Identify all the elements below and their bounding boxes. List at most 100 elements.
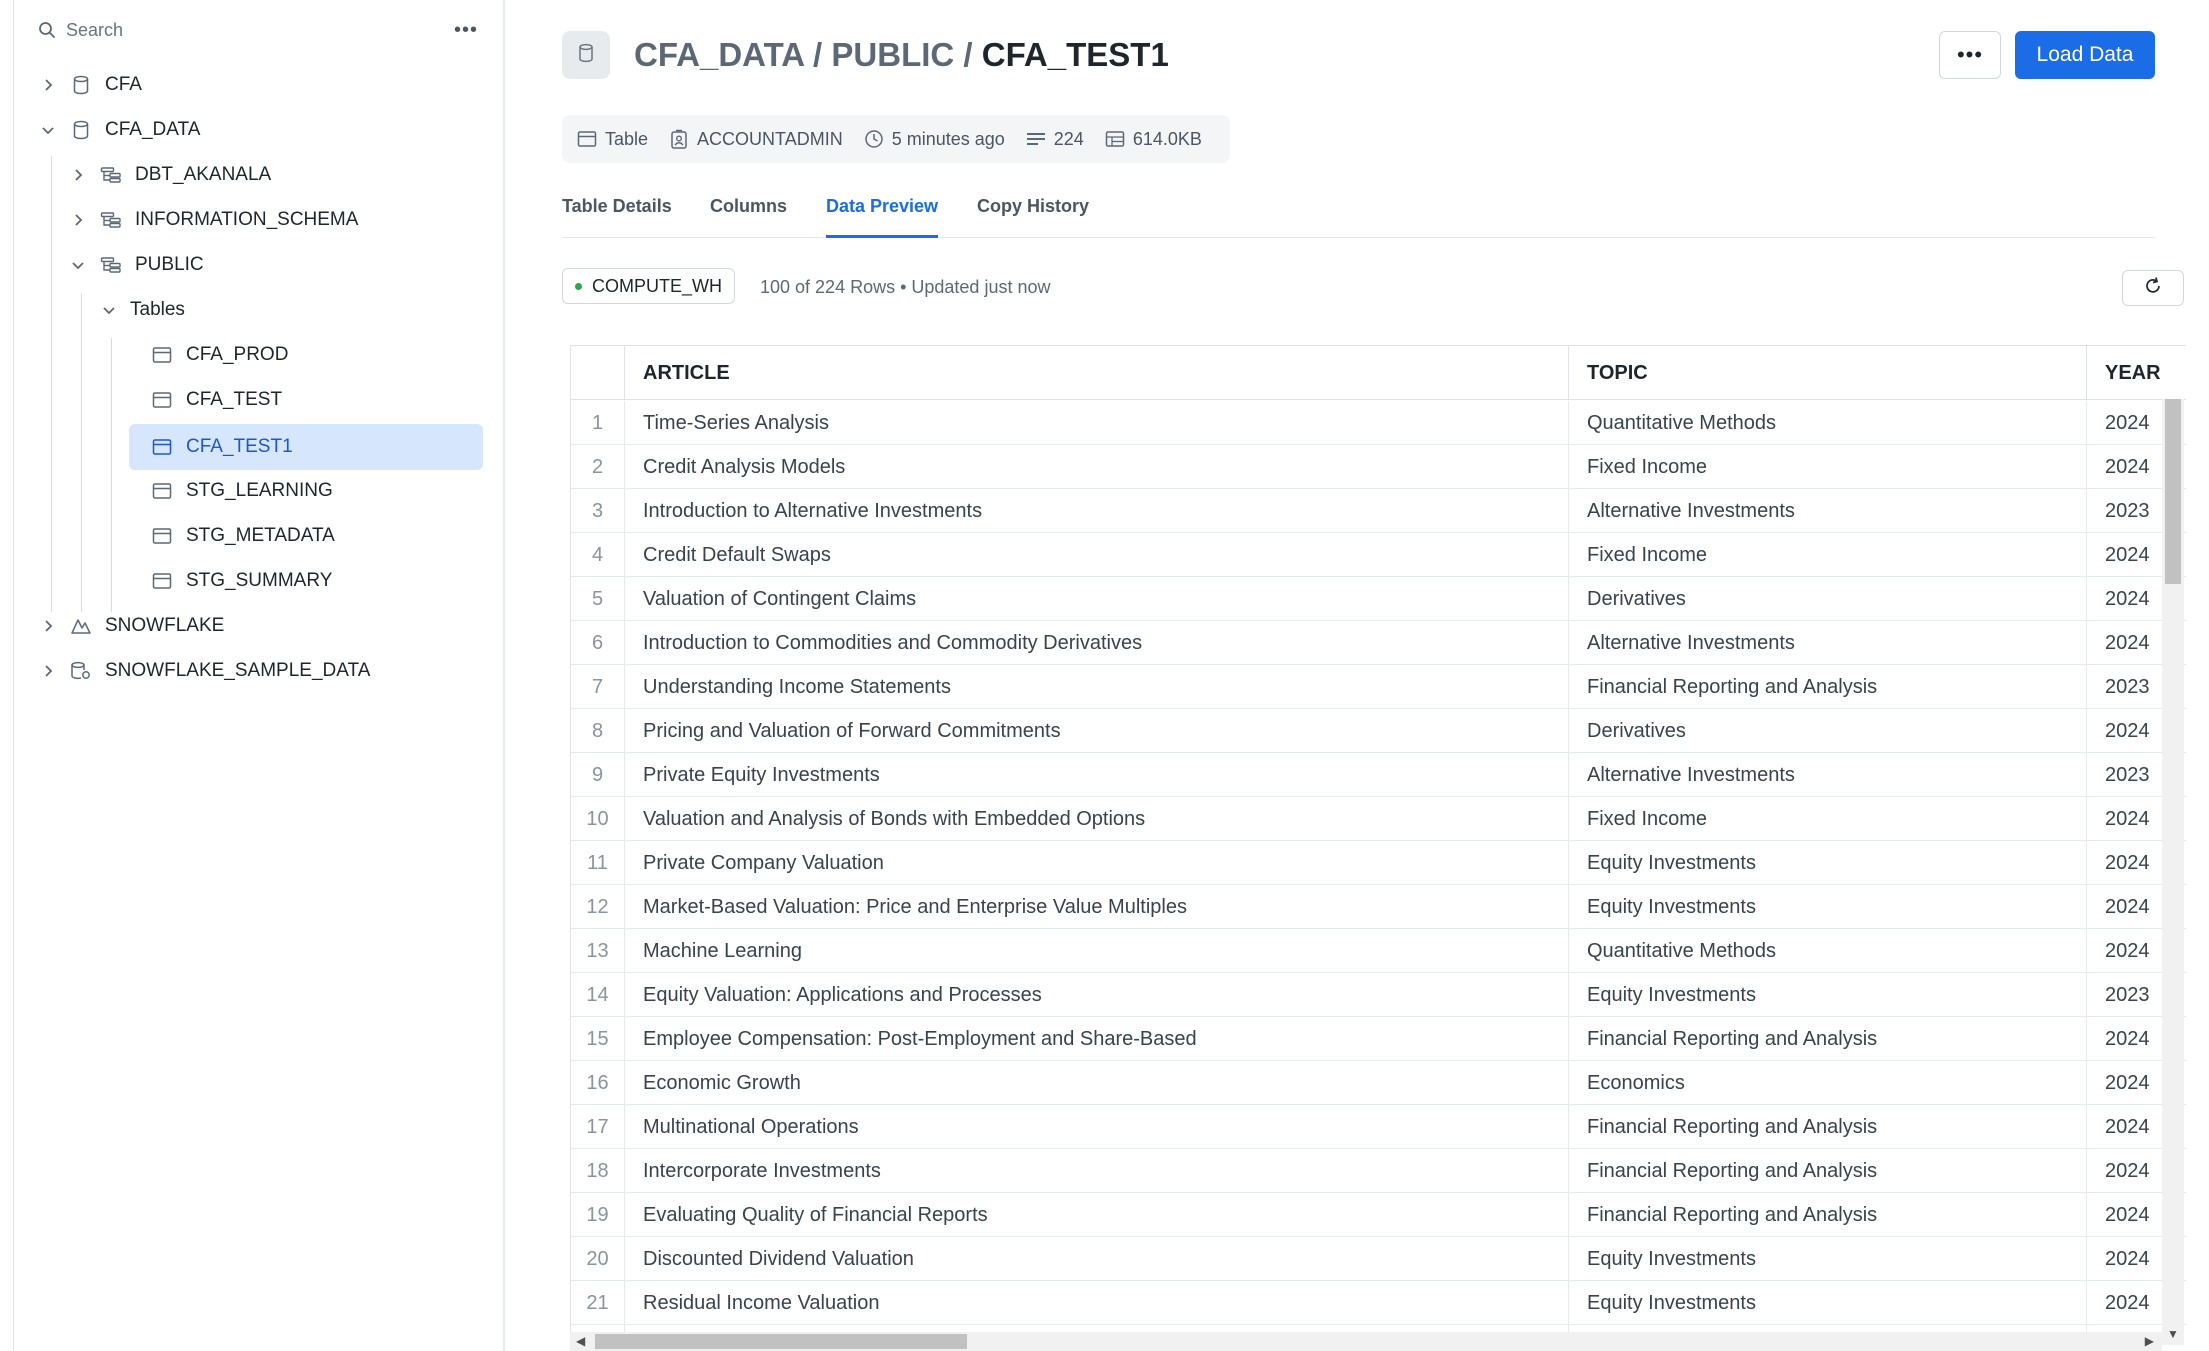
cell-article[interactable]: Private Equity Investments bbox=[625, 753, 1569, 797]
table-row[interactable]: 6 Introduction to Commodities and Commodi… bbox=[571, 621, 2186, 665]
scroll-down-arrow-icon[interactable]: ▼ bbox=[2167, 1327, 2179, 1341]
table-row[interactable]: 21 Residual Income Valuation Equity Invest… bbox=[571, 1281, 2186, 1325]
tree-item-cfa[interactable]: CFA bbox=[37, 63, 142, 107]
table-row[interactable]: 10 Valuation and Analysis of Bonds with E… bbox=[571, 797, 2186, 841]
chevron-right-icon[interactable] bbox=[37, 615, 59, 637]
cell-topic[interactable]: Alternative Investments bbox=[1569, 489, 2087, 533]
row-number-cell[interactable]: 11 bbox=[571, 841, 625, 885]
column-header-topic[interactable]: TOPIC bbox=[1569, 346, 2087, 400]
object-search[interactable]: Search ••• bbox=[36, 14, 481, 46]
tree-item-cfa-test1[interactable]: CFA_TEST1 bbox=[129, 424, 483, 470]
row-number-cell[interactable]: 17 bbox=[571, 1105, 625, 1149]
table-row[interactable]: 14 Equity Valuation: Applications and Pro… bbox=[571, 973, 2186, 1017]
cell-article[interactable]: Discounted Dividend Valuation bbox=[625, 1237, 1569, 1281]
cell-topic[interactable]: Fixed Income bbox=[1569, 797, 2087, 841]
table-row[interactable]: 5 Valuation of Contingent Claims Derivativ… bbox=[571, 577, 2186, 621]
chevron-right-icon[interactable] bbox=[37, 74, 59, 96]
table-row[interactable]: 2 Credit Analysis Models Fixed Income 2024 bbox=[571, 445, 2186, 489]
table-row[interactable]: 3 Introduction to Alternative Investments… bbox=[571, 489, 2186, 533]
cell-article[interactable]: Equity Valuation: Applications and Proce… bbox=[625, 973, 1569, 1017]
chevron-right-icon[interactable] bbox=[37, 660, 59, 682]
cell-topic[interactable]: Fixed Income bbox=[1569, 445, 2087, 489]
cell-topic[interactable]: Financial Reporting and Analysis bbox=[1569, 1017, 2087, 1061]
tab-columns[interactable]: Columns bbox=[710, 196, 787, 238]
cell-topic[interactable]: Financial Reporting and Analysis bbox=[1569, 665, 2087, 709]
tree-item-snowflake-sample-data[interactable]: SNOWFLAKE_SAMPLE_DATA bbox=[37, 649, 370, 693]
cell-article[interactable]: Market-Based Valuation: Price and Enterp… bbox=[625, 885, 1569, 929]
horizontal-scrollbar[interactable]: ◀ ▶ bbox=[570, 1332, 2162, 1351]
tree-item-cfa-test[interactable]: CFA_TEST bbox=[150, 378, 475, 422]
scroll-right-arrow-icon[interactable]: ▶ bbox=[2145, 1334, 2154, 1348]
cell-topic[interactable]: Economics bbox=[1569, 1061, 2087, 1105]
row-number-cell[interactable]: 12 bbox=[571, 885, 625, 929]
row-number-cell[interactable]: 8 bbox=[571, 709, 625, 753]
cell-article[interactable]: Machine Learning bbox=[625, 929, 1569, 973]
cell-topic[interactable]: Fixed Income bbox=[1569, 533, 2087, 577]
row-number-cell[interactable]: 14 bbox=[571, 973, 625, 1017]
table-row[interactable]: 15 Employee Compensation: Post-Employment… bbox=[571, 1017, 2186, 1061]
scroll-left-arrow-icon[interactable]: ◀ bbox=[576, 1334, 585, 1348]
table-row[interactable]: 1 Time-Series Analysis Quantitative Method… bbox=[571, 401, 2186, 445]
table-row[interactable]: 17 Multinational Operations Financial Repo… bbox=[571, 1105, 2186, 1149]
sidebar-more-button[interactable]: ••• bbox=[451, 16, 481, 44]
chevron-down-icon[interactable] bbox=[37, 119, 59, 141]
cell-topic[interactable]: Quantitative Methods bbox=[1569, 401, 2087, 445]
cell-article[interactable]: Understanding Income Statements bbox=[625, 665, 1569, 709]
cell-topic[interactable]: Equity Investments bbox=[1569, 1281, 2087, 1325]
tree-item-dbt-akanala[interactable]: DBT_AKANALA bbox=[67, 153, 271, 197]
cell-article[interactable]: Introduction to Commodities and Commodit… bbox=[625, 621, 1569, 665]
row-number-cell[interactable]: 19 bbox=[571, 1193, 625, 1237]
tree-item-cfa-data[interactable]: CFA_DATA bbox=[37, 108, 200, 152]
cell-article[interactable]: Multinational Operations bbox=[625, 1105, 1569, 1149]
tree-item-information-schema[interactable]: INFORMATION_SCHEMA bbox=[67, 198, 358, 242]
row-number-cell[interactable]: 3 bbox=[571, 489, 625, 533]
tree-item-snowflake[interactable]: SNOWFLAKE bbox=[37, 604, 224, 648]
table-row[interactable]: 7 Understanding Income Statements Financia… bbox=[571, 665, 2186, 709]
row-number-cell[interactable]: 5 bbox=[571, 577, 625, 621]
cell-topic[interactable]: Equity Investments bbox=[1569, 1237, 2087, 1281]
table-row[interactable]: 16 Economic Growth Economics 2024 bbox=[571, 1061, 2186, 1105]
cell-topic[interactable]: Alternative Investments bbox=[1569, 753, 2087, 797]
cell-article[interactable]: Private Company Valuation bbox=[625, 841, 1569, 885]
cell-article[interactable]: Employee Compensation: Post-Employment a… bbox=[625, 1017, 1569, 1061]
row-number-cell[interactable]: 18 bbox=[571, 1149, 625, 1193]
cell-topic[interactable]: Alternative Investments bbox=[1569, 621, 2087, 665]
chevron-down-icon[interactable] bbox=[98, 299, 120, 321]
cell-topic[interactable]: Derivatives bbox=[1569, 577, 2087, 621]
row-number-cell[interactable]: 21 bbox=[571, 1281, 625, 1325]
cell-article[interactable]: Valuation and Analysis of Bonds with Emb… bbox=[625, 797, 1569, 841]
cell-topic[interactable]: Derivatives bbox=[1569, 709, 2087, 753]
chevron-right-icon[interactable] bbox=[67, 164, 89, 186]
cell-article[interactable]: Introduction to Alternative Investments bbox=[625, 489, 1569, 533]
tree-item-tables[interactable]: Tables bbox=[98, 288, 185, 332]
breadcrumb-database[interactable]: CFA_DATA bbox=[634, 36, 804, 73]
vertical-scroll-thumb[interactable] bbox=[2165, 399, 2181, 584]
table-row[interactable]: 12 Market-Based Valuation: Price and Ente… bbox=[571, 885, 2186, 929]
table-row[interactable]: 8 Pricing and Valuation of Forward Commit… bbox=[571, 709, 2186, 753]
cell-topic[interactable]: Financial Reporting and Analysis bbox=[1569, 1193, 2087, 1237]
column-header-year[interactable]: YEAR bbox=[2087, 346, 2186, 400]
tab-copy-history[interactable]: Copy History bbox=[977, 196, 1089, 238]
table-row[interactable]: 18 Intercorporate Investments Financial Re… bbox=[571, 1149, 2186, 1193]
table-row[interactable]: 19 Evaluating Quality of Financial Report… bbox=[571, 1193, 2186, 1237]
table-row[interactable]: 4 Credit Default Swaps Fixed Income 2024 bbox=[571, 533, 2186, 577]
breadcrumb-schema[interactable]: PUBLIC bbox=[831, 36, 954, 73]
cell-topic[interactable]: Quantitative Methods bbox=[1569, 929, 2087, 973]
load-data-button[interactable]: Load Data bbox=[2015, 31, 2155, 79]
tree-item-public[interactable]: PUBLIC bbox=[67, 243, 204, 287]
cell-topic[interactable]: Equity Investments bbox=[1569, 885, 2087, 929]
tab-data-preview[interactable]: Data Preview bbox=[826, 196, 939, 238]
column-header-article[interactable]: ARTICLE bbox=[625, 346, 1569, 400]
row-number-cell[interactable]: 4 bbox=[571, 533, 625, 577]
chevron-down-icon[interactable] bbox=[67, 254, 89, 276]
cell-article[interactable]: Credit Analysis Models bbox=[625, 445, 1569, 489]
tree-item-cfa-prod[interactable]: CFA_PROD bbox=[150, 333, 475, 377]
cell-topic[interactable]: Equity Investments bbox=[1569, 841, 2087, 885]
cell-article[interactable]: Intercorporate Investments bbox=[625, 1149, 1569, 1193]
table-row[interactable]: 20 Discounted Dividend Valuation Equity In… bbox=[571, 1237, 2186, 1281]
cell-article[interactable]: Residual Income Valuation bbox=[625, 1281, 1569, 1325]
row-number-cell[interactable]: 20 bbox=[571, 1237, 625, 1281]
search-input[interactable]: Search bbox=[66, 20, 123, 41]
row-number-cell[interactable]: 1 bbox=[571, 401, 625, 445]
row-number-cell[interactable]: 9 bbox=[571, 753, 625, 797]
